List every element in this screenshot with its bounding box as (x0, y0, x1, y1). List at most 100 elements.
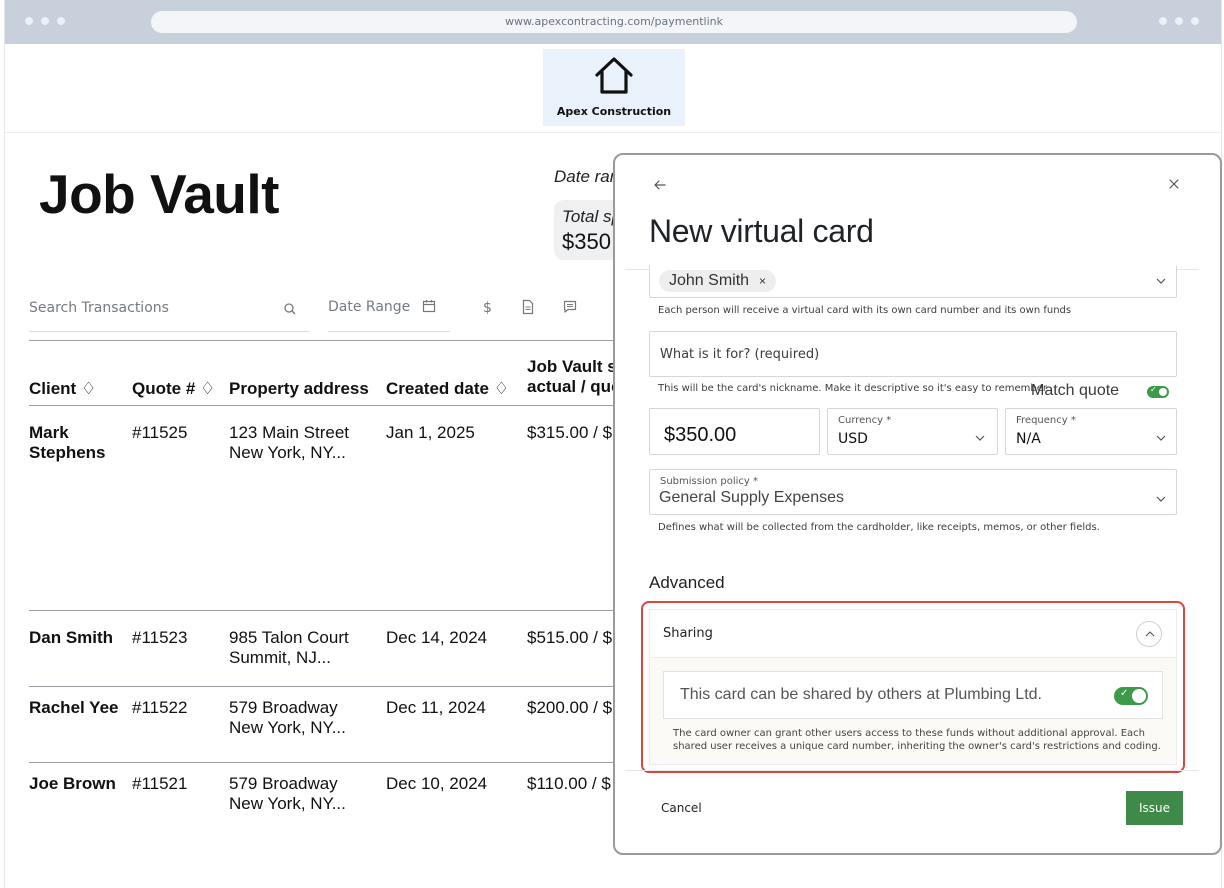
column-header-job-vault[interactable]: Job Vault s actual / que (527, 357, 621, 397)
window-controls[interactable] (25, 17, 65, 25)
advanced-section-title: Advanced (649, 573, 725, 592)
frequency-label: Frequency * (1016, 415, 1076, 426)
date-range-filter[interactable]: Date Range (328, 296, 450, 332)
client-name-line1: Dan Smith (29, 628, 114, 647)
sharing-title: Sharing (663, 626, 713, 641)
property-address: 985 Talon Court Summit, NJ... (229, 628, 349, 668)
cardholder-select[interactable]: John Smith × (649, 265, 1177, 298)
match-quote-toggle[interactable]: ✓ (1147, 385, 1169, 398)
amount-input[interactable]: $350.00 (649, 408, 820, 455)
table-row-client[interactable]: Mark Stephens (29, 423, 106, 463)
frequency-select[interactable]: Frequency * N/A (1005, 408, 1177, 455)
column-header-quote[interactable]: Quote # ♢ (132, 379, 215, 399)
vault-amount: $515.00 / $ (527, 628, 613, 647)
address-line1: 579 Broadway (229, 774, 338, 793)
chip-remove-icon[interactable]: × (759, 274, 766, 288)
calendar-icon[interactable] (422, 299, 436, 313)
sharing-toggle-label: This card can be shared by others at Plu… (680, 686, 1042, 703)
person-chip[interactable]: John Smith × (659, 270, 777, 292)
currency-select[interactable]: Currency * USD (827, 408, 998, 455)
browser-menu[interactable] (1159, 17, 1199, 25)
created-date: Dec 10, 2024 (386, 774, 488, 793)
row-divider (29, 610, 629, 611)
submission-policy-label: Submission policy * (660, 476, 759, 487)
currency-label: Currency * (838, 415, 892, 426)
chevron-up-icon (1145, 631, 1155, 637)
svg-text:$: $ (483, 300, 492, 315)
address-line1: 579 Broadway (229, 698, 338, 717)
quote-number[interactable]: #11521 (132, 774, 187, 794)
column-header-job-vault-line1: Job Vault s (527, 357, 617, 376)
column-header-client[interactable]: Client ♢ (29, 379, 96, 399)
client-name-line2: Stephens (29, 443, 106, 462)
address-line2: Summit, NJ... (229, 648, 332, 667)
chevron-down-icon[interactable] (1156, 435, 1166, 441)
modal-title: New virtual card (649, 213, 874, 249)
row-divider (29, 686, 629, 687)
date-range-label: Date ran (554, 167, 620, 186)
property-address: 579 Broadway New York, NY... (229, 698, 346, 738)
quote-number[interactable]: #11523 (132, 628, 187, 648)
date-range-placeholder: Date Range (328, 299, 411, 315)
collapse-button[interactable] (1136, 621, 1162, 647)
search-icon[interactable] (283, 302, 297, 316)
search-input[interactable]: Search Transactions (29, 296, 309, 332)
purpose-help: This will be the card's nickname. Make i… (658, 383, 1050, 394)
column-header-created[interactable]: Created date ♢ (386, 379, 509, 399)
header-divider (5, 132, 1221, 133)
submission-policy-value: General Supply Expenses (659, 489, 844, 506)
sharing-panel: Sharing This card can be shared by other… (649, 609, 1177, 765)
quote-number[interactable]: #11522 (132, 698, 187, 718)
cancel-button[interactable]: Cancel (661, 801, 702, 815)
back-arrow-icon[interactable] (653, 178, 667, 192)
table-top-border (29, 340, 629, 341)
purpose-placeholder: What is it for? (required) (660, 347, 820, 362)
cardholder-help: Each person will receive a virtual card … (658, 305, 1072, 316)
submission-policy-select[interactable]: Submission policy * General Supply Expen… (649, 469, 1177, 515)
search-placeholder: Search Transactions (29, 300, 169, 316)
quote-number[interactable]: #11525 (132, 423, 187, 443)
frequency-value: N/A (1016, 431, 1041, 447)
address-bar[interactable]: www.apexcontracting.com/paymentlink (151, 11, 1077, 33)
address-line1: 985 Talon Court (229, 628, 349, 647)
new-virtual-card-modal: New virtual card John Smith × Each person… (613, 153, 1222, 855)
table-row-client[interactable]: Joe Brown (29, 774, 116, 794)
row-divider (29, 762, 629, 763)
property-address: 123 Main Street New York, NY... (229, 423, 349, 463)
created-date: Dec 14, 2024 (386, 628, 488, 647)
comment-icon[interactable] (562, 299, 578, 315)
currency-value: USD (838, 431, 868, 447)
brand-name: Apex Construction (556, 105, 672, 118)
sharing-highlight: Sharing This card can be shared by other… (641, 601, 1185, 773)
check-icon: ✓ (1150, 385, 1157, 394)
created-date: Jan 1, 2025 (386, 423, 475, 442)
brand-logo[interactable]: Apex Construction (543, 49, 685, 126)
document-icon[interactable] (521, 299, 535, 315)
chevron-down-icon[interactable] (975, 435, 985, 441)
vault-amount: $315.00 / $ (527, 423, 613, 442)
page-title: Job Vault (39, 163, 280, 225)
created-date: Dec 11, 2024 (386, 698, 486, 717)
sharing-help: The card owner can grant other users acc… (673, 728, 1161, 752)
vault-amount: $110.00 / $ (527, 774, 611, 793)
sharing-header[interactable]: Sharing (650, 610, 1176, 658)
sharing-toggle-row[interactable]: This card can be shared by others at Plu… (663, 671, 1163, 719)
chevron-down-icon[interactable] (1156, 278, 1166, 284)
chevron-down-icon[interactable] (1156, 496, 1166, 502)
address-line1: 123 Main Street (229, 423, 350, 442)
vault-amount: $200.00 / $ (527, 698, 613, 717)
sharing-toggle[interactable]: ✓ (1114, 687, 1148, 705)
column-header-address[interactable]: Property address (229, 379, 369, 399)
dollar-icon[interactable]: $ (480, 299, 494, 315)
purpose-input[interactable]: What is it for? (required) (649, 331, 1177, 377)
issue-button[interactable]: Issue (1126, 791, 1183, 825)
close-icon[interactable] (1168, 178, 1180, 190)
table-row-client[interactable]: Rachel Yee (29, 698, 118, 718)
submission-policy-help: Defines what will be collected from the … (658, 522, 1100, 533)
table-row-client[interactable]: Dan Smith (29, 628, 113, 648)
check-icon: ✓ (1120, 688, 1129, 699)
property-address: 579 Broadway New York, NY... (229, 774, 346, 814)
client-name-line1: Rachel Yee (29, 698, 119, 717)
match-quote-label: Match quote (1031, 382, 1120, 399)
address-line2: New York, NY... (229, 443, 346, 462)
